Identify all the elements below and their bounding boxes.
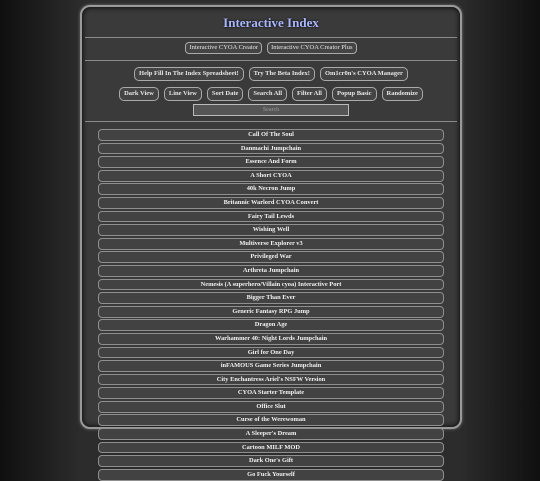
filter-all-button[interactable]: Filter All (292, 87, 327, 101)
list-item[interactable]: Dark One's Gift (98, 455, 444, 468)
sort-date-button[interactable]: Sort Date (206, 87, 244, 101)
list-item[interactable]: Bigger Than Ever (98, 292, 444, 304)
cyoa-manager-button[interactable]: Om1cr0n's CYOA Manager (319, 67, 408, 81)
list-item[interactable]: 40k Necron Jump (98, 183, 444, 196)
popup-basic-button[interactable]: Popup Basic (332, 87, 377, 101)
search-input[interactable] (193, 104, 349, 116)
list-item[interactable]: Britannic Warlord CYOA Convert (98, 196, 444, 209)
index-panel: Interactive Index Interactive CYOA Creat… (80, 5, 462, 481)
help-fill-spreadsheet-button[interactable]: Help Fill In The Index Spreadsheet! (134, 67, 244, 81)
list-item[interactable]: Multiverse Explorer v3 (98, 237, 444, 250)
list-item[interactable]: Cartoon MILF MOD (98, 441, 444, 454)
search-all-button[interactable]: Search All (248, 87, 288, 101)
list-item[interactable]: A Short CYOA (98, 169, 444, 182)
list-item[interactable]: Fairy Tail Lewds (98, 210, 444, 223)
divider (85, 37, 457, 38)
page-title: Interactive Index (223, 15, 319, 30)
link-cyoa-creator-plus[interactable]: Interactive CYOA Creator Plus (267, 42, 357, 54)
actions-row: Help Fill In The Index Spreadsheet! Try … (82, 67, 460, 81)
list-item[interactable]: CYOA Starter Template (98, 387, 444, 400)
list-item[interactable]: Call Of The Soul (98, 129, 444, 141)
list-item[interactable]: Go Fuck Yourself (98, 468, 444, 481)
list-item[interactable]: Nemesis (A superhero/Villain cyoa) Inter… (98, 278, 444, 291)
cyoa-list: Call Of The Soul Danmachi Jumpchain Essenc… (82, 129, 460, 481)
divider (85, 60, 457, 61)
list-item[interactable]: Girl for One Day (98, 346, 444, 359)
list-item[interactable]: Danmachi Jumpchain (98, 142, 444, 155)
list-item[interactable]: Privileged War (98, 251, 444, 264)
randomize-button[interactable]: Randomize (381, 87, 423, 101)
list-item[interactable]: Arthreta Jumpchain (98, 264, 444, 277)
beta-index-button[interactable]: Try The Beta Index! (248, 67, 315, 81)
list-item[interactable]: Generic Fantasy RPG Jump (98, 305, 444, 318)
list-item[interactable]: Dragon Age (98, 319, 444, 332)
dark-view-button[interactable]: Dark View (119, 87, 159, 101)
list-item[interactable]: Curse of the Werewoman (98, 414, 444, 427)
line-view-button[interactable]: Line View (163, 87, 202, 101)
list-item[interactable]: Warhammer 40: Night Lords Jumpchain (98, 332, 444, 345)
toolbar: Dark View Line View Sort Date Search All… (82, 87, 460, 101)
list-item[interactable]: inFAMOUS Game Series Jumpchain (98, 360, 444, 372)
divider (85, 121, 457, 122)
list-item[interactable]: Office Slut (98, 400, 444, 413)
list-item[interactable]: A Sleeper's Dream (98, 428, 444, 440)
links-row: Interactive CYOA Creator Interactive CYO… (82, 42, 460, 54)
list-item[interactable]: Essence And Form (98, 156, 444, 168)
list-item[interactable]: City Enchantress Ariel's NSFW Version (98, 373, 444, 386)
list-item[interactable]: Wishing Well (98, 224, 444, 236)
link-cyoa-creator[interactable]: Interactive CYOA Creator (185, 42, 263, 54)
